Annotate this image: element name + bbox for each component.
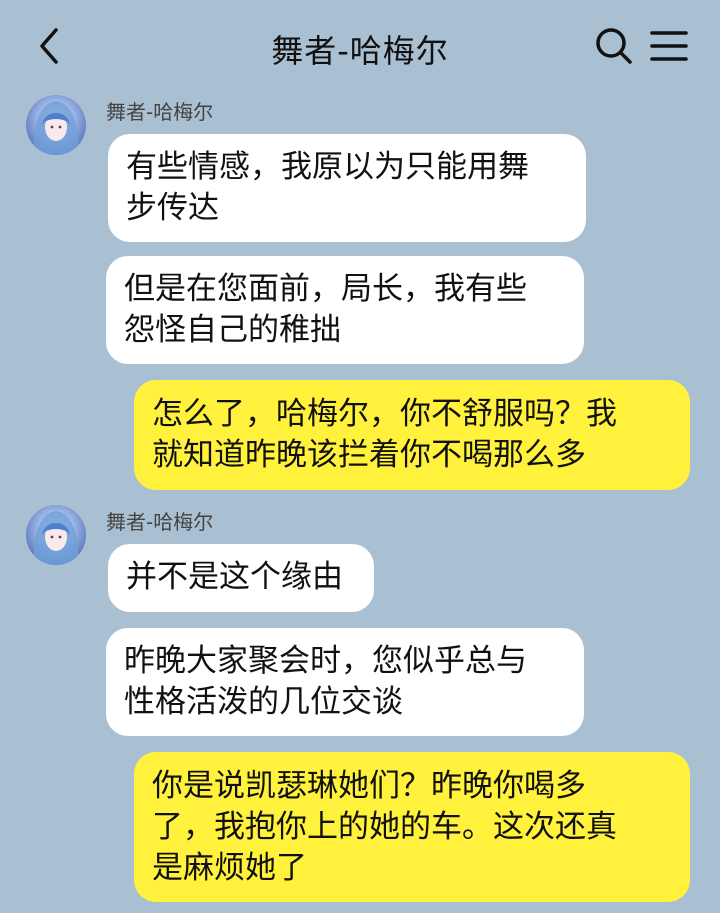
- message-text: 但是在您面前，局长，我有些 怨怪自己的稚拙: [124, 271, 527, 348]
- hamburger-menu-icon: [650, 31, 688, 61]
- outgoing-message-bubble[interactable]: 你是说凯瑟琳她们？昨晚你喝多 了，我抱你上的她的车。这次还真 是麻烦她了: [134, 752, 690, 902]
- message-text: 有些情感，我原以为只能用舞 步传达: [126, 149, 529, 226]
- message-text: 并不是这个缘由: [126, 559, 343, 595]
- avatar[interactable]: [26, 95, 86, 155]
- message-text: 昨晚大家聚会时，您似乎总与 性格活泼的几位交谈: [124, 643, 527, 720]
- sender-name: 舞者-哈梅尔: [106, 100, 214, 124]
- avatar[interactable]: [26, 505, 86, 565]
- character-avatar-icon: [26, 505, 86, 565]
- menu-button[interactable]: [648, 28, 690, 64]
- incoming-message-bubble[interactable]: 但是在您面前，局长，我有些 怨怪自己的稚拙: [106, 256, 584, 364]
- incoming-message-bubble[interactable]: 昨晚大家聚会时，您似乎总与 性格活泼的几位交谈: [106, 628, 584, 736]
- message-text: 你是说凯瑟琳她们？昨晚你喝多 了，我抱你上的她的车。这次还真 是麻烦她了: [152, 768, 617, 886]
- search-icon: [596, 28, 632, 64]
- sender-name: 舞者-哈梅尔: [106, 510, 214, 534]
- search-button[interactable]: [594, 26, 634, 66]
- outgoing-message-bubble[interactable]: 怎么了，哈梅尔，你不舒服吗？我 就知道昨晚该拦着你不喝那么多: [134, 380, 690, 490]
- incoming-message-bubble[interactable]: 并不是这个缘由: [108, 544, 374, 612]
- character-avatar-icon: [26, 95, 86, 155]
- incoming-message-bubble[interactable]: 有些情感，我原以为只能用舞 步传达: [108, 134, 586, 242]
- message-text: 怎么了，哈梅尔，你不舒服吗？我 就知道昨晚该拦着你不喝那么多: [152, 396, 617, 473]
- chat-header: 舞者-哈梅尔: [0, 0, 720, 92]
